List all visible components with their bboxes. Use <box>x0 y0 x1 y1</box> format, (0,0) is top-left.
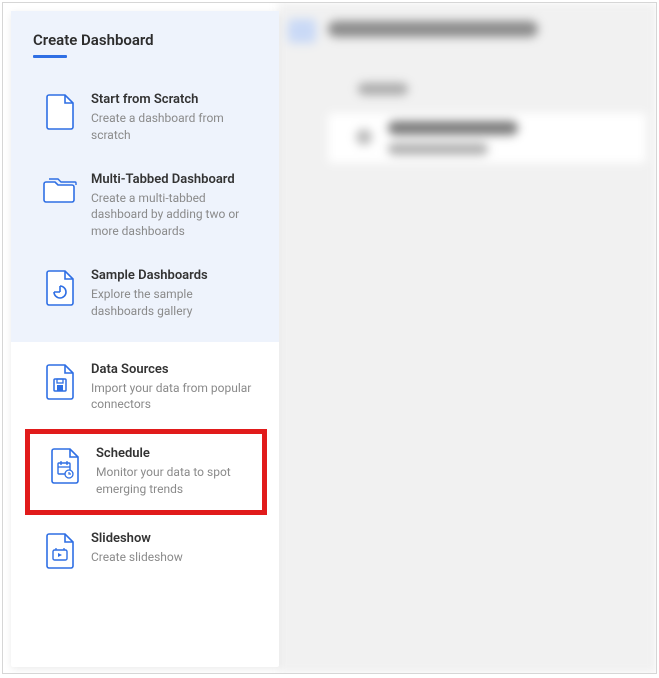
panel-title-wrap: Create Dashboard <box>11 31 279 64</box>
option-desc: Import your data from popular connectors <box>91 380 257 414</box>
option-text: Data Sources Import your data from popul… <box>91 362 257 414</box>
app-frame: Create Dashboard Start from Scratch Crea… <box>2 2 657 674</box>
blur-breadcrumb <box>328 21 538 37</box>
create-dashboard-panel: Create Dashboard Start from Scratch Crea… <box>11 11 279 667</box>
option-title: Schedule <box>96 446 252 461</box>
blur-dot <box>356 129 372 145</box>
blur-column-header <box>358 83 408 95</box>
option-desc: Create slideshow <box>91 549 257 566</box>
option-data-sources[interactable]: Data Sources Import your data from popul… <box>11 348 279 428</box>
option-start-from-scratch[interactable]: Start from Scratch Create a dashboard fr… <box>11 78 279 158</box>
data-save-icon <box>43 362 77 402</box>
option-title: Start from Scratch <box>91 92 257 107</box>
calendar-icon <box>48 446 82 486</box>
blank-file-icon <box>43 92 77 132</box>
slideshow-icon <box>43 531 77 571</box>
option-multi-tabbed[interactable]: Multi-Tabbed Dashboard Create a multi-ta… <box>11 158 279 254</box>
title-underline <box>33 55 67 58</box>
option-title: Slideshow <box>91 531 257 546</box>
option-title: Sample Dashboards <box>91 268 257 283</box>
panel-primary-section: Create Dashboard Start from Scratch Crea… <box>11 11 279 342</box>
option-title: Data Sources <box>91 362 257 377</box>
multi-tab-icon <box>43 172 77 212</box>
option-text: Slideshow Create slideshow <box>91 531 257 566</box>
option-desc: Create a multi-tabbed dashboard by addin… <box>91 190 257 240</box>
option-text: Multi-Tabbed Dashboard Create a multi-ta… <box>91 172 257 240</box>
option-title: Multi-Tabbed Dashboard <box>91 172 257 187</box>
option-slideshow[interactable]: Slideshow Create slideshow <box>11 517 279 585</box>
highlight-annotation: Schedule Monitor your data to spot emerg… <box>25 429 267 515</box>
option-sample-dashboards[interactable]: Sample Dashboards Explore the sample das… <box>11 254 279 334</box>
background-content <box>278 3 656 673</box>
option-schedule[interactable]: Schedule Monitor your data to spot emerg… <box>30 434 262 510</box>
sample-chart-icon <box>43 268 77 308</box>
option-text: Sample Dashboards Explore the sample das… <box>91 268 257 320</box>
option-desc: Create a dashboard from scratch <box>91 110 257 144</box>
option-desc: Monitor your data to spot emerging trend… <box>96 464 252 498</box>
option-desc: Explore the sample dashboards gallery <box>91 286 257 320</box>
blur-row-sub <box>388 143 488 155</box>
option-text: Start from Scratch Create a dashboard fr… <box>91 92 257 144</box>
option-text: Schedule Monitor your data to spot emerg… <box>96 446 252 498</box>
panel-title: Create Dashboard <box>33 31 257 49</box>
blur-row-title <box>388 121 518 135</box>
panel-secondary-section: Data Sources Import your data from popul… <box>11 342 279 591</box>
blur-tab <box>288 19 316 43</box>
